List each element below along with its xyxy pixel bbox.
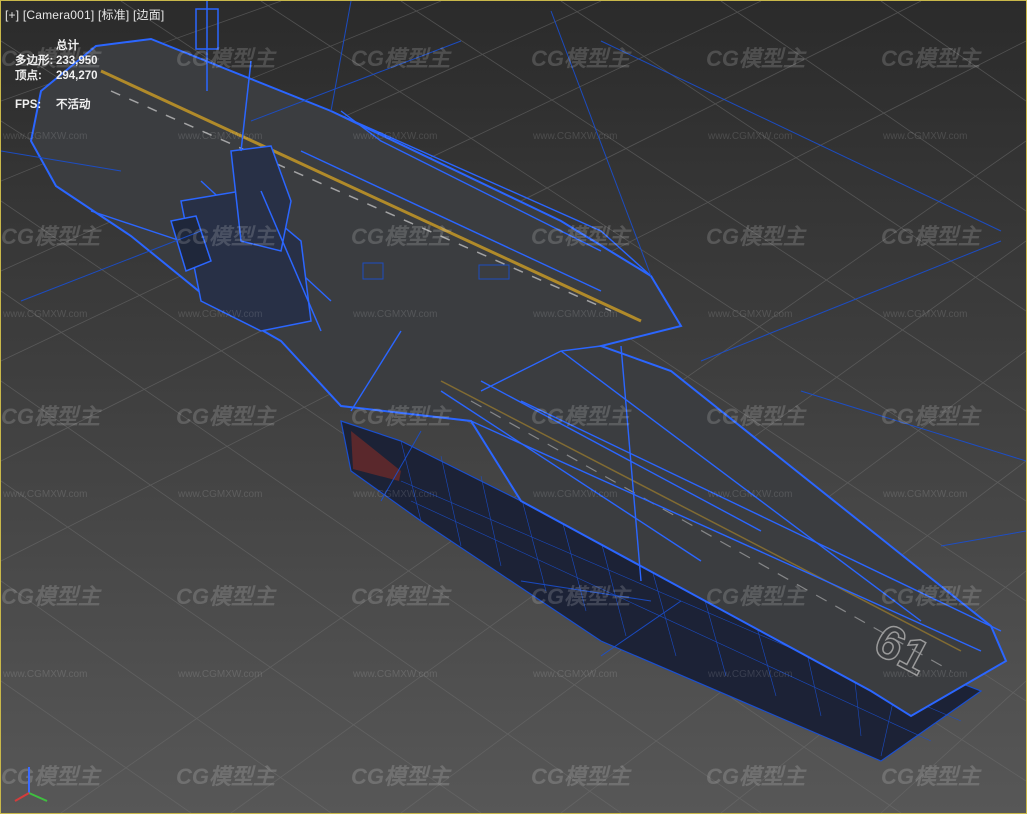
scene-statistics: 总计 多边形: 233,950 顶点: 294,270 FPS: 不活动 <box>15 39 98 113</box>
polygons-value: 233,950 <box>56 55 98 67</box>
fps-label: FPS: <box>15 99 42 111</box>
viewport-general-menu[interactable]: [+] <box>5 8 19 22</box>
fps-value: 不活动 <box>56 99 91 111</box>
polygons-label: 多边形: <box>15 55 54 67</box>
viewport-label-menu[interactable]: [+] [Camera001] [标准] [边面] <box>5 6 164 23</box>
flight-deck: 61 <box>29 37 1008 718</box>
viewport-edged-faces-menu[interactable]: [边面] <box>133 8 164 22</box>
stats-title: 总计 <box>56 40 79 52</box>
3d-viewport[interactable]: 61 [+] [Camera001] [标准] [边面] 总计 多边形: 233… <box>0 0 1027 814</box>
viewport-camera-menu[interactable]: [Camera001] <box>23 8 95 22</box>
viewport-shading-standard-menu[interactable]: [标准] <box>98 8 129 22</box>
viewport-scene: 61 <box>1 1 1026 813</box>
vertices-label: 顶点: <box>15 70 42 82</box>
axis-tripod-icon <box>14 767 48 802</box>
vertices-value: 294,270 <box>56 70 98 82</box>
